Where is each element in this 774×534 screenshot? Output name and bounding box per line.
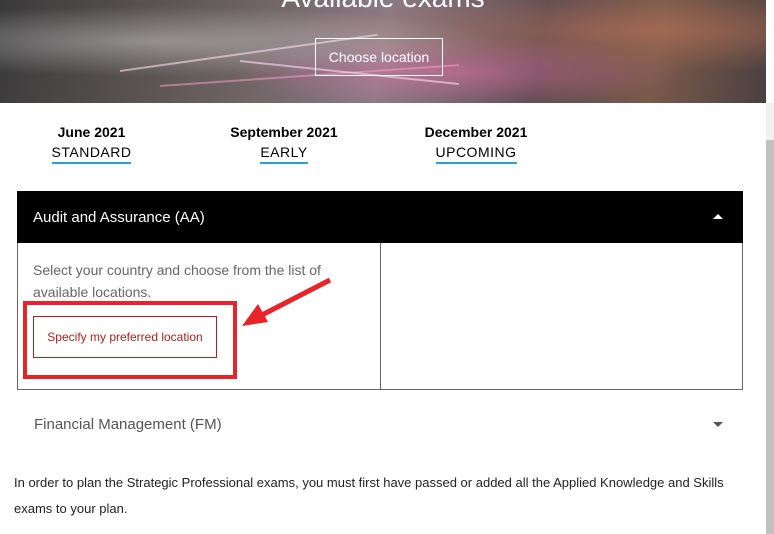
plan-note: In order to plan the Strategic Professio… (14, 475, 724, 516)
period-month: December 2021 (424, 124, 528, 140)
period-september: September 2021 EARLY (224, 124, 344, 164)
exam-title: Audit and Assurance (AA) (33, 208, 205, 226)
period-status: EARLY (260, 144, 308, 164)
period-status: UPCOMING (435, 144, 517, 164)
period-december: December 2021 UPCOMING (418, 124, 534, 164)
highlight-box (23, 301, 237, 379)
pointer-arrow-icon (242, 277, 332, 326)
exam-header-fm[interactable]: Financial Management (FM) (17, 404, 743, 444)
hero-banner: Available exams Choose location (0, 0, 766, 103)
exam-header-aa[interactable]: Audit and Assurance (AA) (17, 191, 743, 243)
period-status: STANDARD (51, 144, 132, 164)
period-month: September 2021 (230, 124, 338, 140)
page-title: Available exams (0, 0, 766, 14)
chevron-down-icon (713, 422, 723, 427)
period-june: June 2021 STANDARD (40, 124, 143, 164)
chevron-up-icon (713, 214, 723, 219)
scrollbar-thumb[interactable] (766, 140, 774, 534)
exam-title: Financial Management (FM) (34, 415, 222, 433)
choose-location-button[interactable]: Choose location (315, 38, 443, 76)
period-month: June 2021 (57, 124, 126, 140)
panel-divider (380, 243, 381, 390)
